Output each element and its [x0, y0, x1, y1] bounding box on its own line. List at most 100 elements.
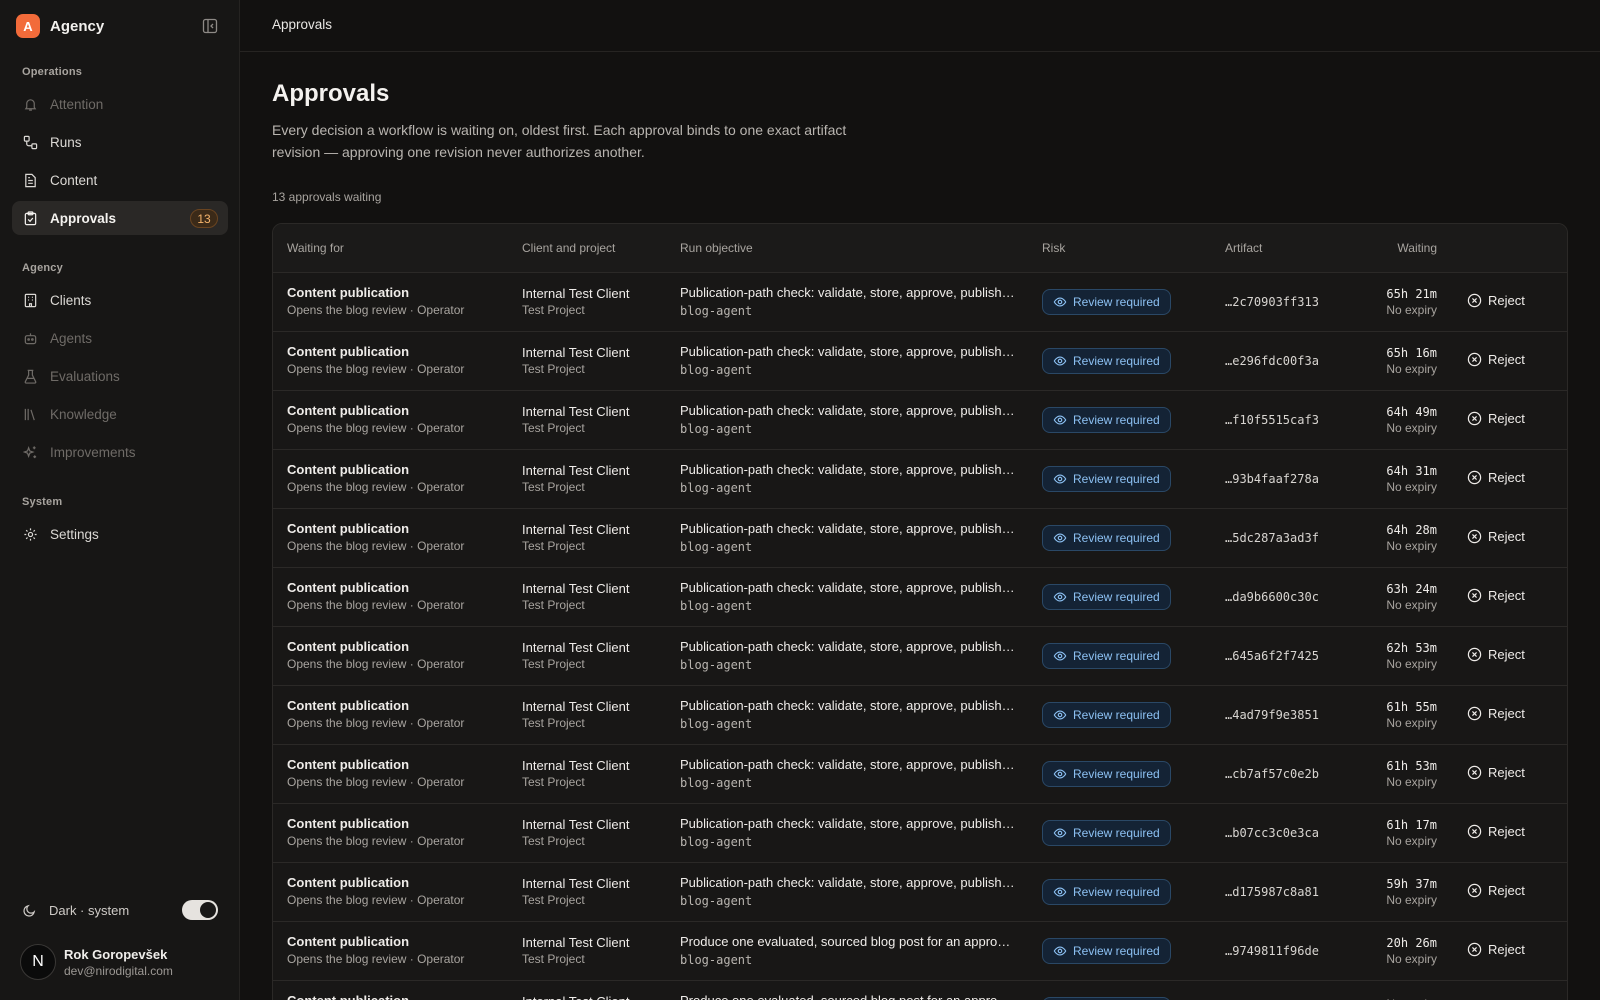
sidebar-item-runs[interactable]: Runs	[12, 125, 228, 159]
expiry-status: No expiry	[1386, 480, 1437, 494]
waiting-time: 65h 16m	[1386, 346, 1437, 360]
eye-icon	[1053, 885, 1067, 899]
waiting-time: 61h 55m	[1386, 700, 1437, 714]
reject-label: Reject	[1488, 293, 1525, 308]
brand-name: Agency	[50, 17, 105, 35]
table-row[interactable]: Content publication Opens the blog revie…	[273, 863, 1567, 922]
run-objective: Produce one evaluated, sourced blog post…	[680, 934, 1015, 949]
risk-label: Review required	[1073, 295, 1160, 309]
waiting-time: 20h 26m	[1386, 936, 1437, 950]
close-circle-icon	[1467, 883, 1482, 898]
reject-button[interactable]: Reject	[1467, 883, 1525, 898]
reject-button[interactable]: Reject	[1467, 942, 1525, 957]
sparkles-icon	[22, 444, 38, 460]
sidebar-item-clients[interactable]: Clients	[12, 283, 228, 317]
project-name: Test Project	[522, 539, 585, 553]
table-row[interactable]: Content publication Opens the blog revie…	[273, 391, 1567, 450]
waiting-time: 61h 53m	[1386, 759, 1437, 773]
waiting-time: 63h 24m	[1386, 582, 1437, 596]
moon-icon	[22, 903, 37, 918]
reject-button[interactable]: Reject	[1467, 647, 1525, 662]
run-objective: Publication-path check: validate, store,…	[680, 580, 1015, 595]
table-body: Content publication Opens the blog revie…	[273, 273, 1567, 1000]
table-row[interactable]: Content publication Opens the blog revie…	[273, 627, 1567, 686]
eye-icon	[1053, 531, 1067, 545]
table-row[interactable]: Content publication Opens the blog revie…	[273, 568, 1567, 627]
approvals-count-badge: 13	[190, 209, 218, 228]
risk-label: Review required	[1073, 885, 1160, 899]
waiting-for-subtitle: Opens the blog review · Operator	[287, 834, 465, 848]
table-row[interactable]: Content publication Opens the blog revie…	[273, 981, 1567, 1000]
library-icon	[22, 406, 38, 422]
artifact-id: …b07cc3c0e3ca	[1225, 826, 1319, 840]
reject-button[interactable]: Reject	[1467, 470, 1525, 485]
table-row[interactable]: Content publication Opens the blog revie…	[273, 922, 1567, 981]
agent-name: blog-agent	[680, 658, 753, 672]
theme-row: Dark · system	[22, 899, 218, 921]
reject-button[interactable]: Reject	[1467, 529, 1525, 544]
waiting-for-subtitle: Opens the blog review · Operator	[287, 716, 465, 730]
waiting-for-subtitle: Opens the blog review · Operator	[287, 952, 465, 966]
eye-icon	[1053, 708, 1067, 722]
table-row[interactable]: Content publication Opens the blog revie…	[273, 745, 1567, 804]
client-name: Internal Test Client	[522, 581, 630, 596]
table-row[interactable]: Content publication Opens the blog revie…	[273, 509, 1567, 568]
risk-badge: Review required	[1042, 348, 1171, 374]
run-objective: Publication-path check: validate, store,…	[680, 698, 1015, 713]
reject-button[interactable]: Reject	[1467, 411, 1525, 426]
building-icon	[22, 292, 38, 308]
column-header-objective: Run objective	[680, 241, 753, 255]
reject-button[interactable]: Reject	[1467, 293, 1525, 308]
sidebar-item-improvements[interactable]: Improvements	[12, 435, 228, 469]
reject-button[interactable]: Reject	[1467, 352, 1525, 367]
user-name: Rok Goropevšek	[64, 946, 168, 962]
sidebar-toggle-icon[interactable]	[201, 17, 219, 35]
reject-button[interactable]: Reject	[1467, 765, 1525, 780]
sidebar-item-knowledge[interactable]: Knowledge	[12, 397, 228, 431]
risk-label: Review required	[1073, 354, 1160, 368]
sidebar-item-label: Knowledge	[50, 406, 117, 422]
sidebar-item-settings[interactable]: Settings	[12, 517, 228, 551]
client-name: Internal Test Client	[522, 817, 630, 832]
risk-label: Review required	[1073, 590, 1160, 604]
sidebar-item-approvals[interactable]: Approvals 13	[12, 201, 228, 235]
table-row[interactable]: Content publication Opens the blog revie…	[273, 450, 1567, 509]
reject-button[interactable]: Reject	[1467, 588, 1525, 603]
reject-button[interactable]: Reject	[1467, 824, 1525, 839]
clipboard-check-icon	[22, 210, 38, 226]
waiting-for-title: Content publication	[287, 757, 410, 772]
sidebar-item-label: Agents	[50, 330, 93, 346]
project-name: Test Project	[522, 303, 585, 317]
project-name: Test Project	[522, 657, 585, 671]
waiting-for-subtitle: Opens the blog review · Operator	[287, 421, 465, 435]
sidebar-item-content[interactable]: Content	[12, 163, 228, 197]
risk-badge: Review required	[1042, 643, 1171, 669]
artifact-id: …da9b6600c30c	[1225, 590, 1319, 604]
user-profile[interactable]: N Rok Goropevšek dev@nirodigital.com	[20, 944, 173, 980]
table-row[interactable]: Content publication Opens the blog revie…	[273, 273, 1567, 332]
theme-label: Dark · system	[49, 902, 130, 918]
close-circle-icon	[1467, 352, 1482, 367]
bot-icon	[22, 330, 38, 346]
sidebar-item-agents[interactable]: Agents	[12, 321, 228, 355]
reject-button[interactable]: Reject	[1467, 706, 1525, 721]
table-row[interactable]: Content publication Opens the blog revie…	[273, 804, 1567, 863]
run-objective: Publication-path check: validate, store,…	[680, 816, 1015, 831]
sidebar-item-attention[interactable]: Attention	[12, 87, 228, 121]
column-header-waiting: Waiting	[1397, 241, 1437, 255]
table-row[interactable]: Content publication Opens the blog revie…	[273, 686, 1567, 745]
run-objective: Publication-path check: validate, store,…	[680, 403, 1015, 418]
expiry-status: No expiry	[1386, 775, 1437, 789]
client-name: Internal Test Client	[522, 640, 630, 655]
table-row[interactable]: Content publication Opens the blog revie…	[273, 332, 1567, 391]
eye-icon	[1053, 649, 1067, 663]
client-name: Internal Test Client	[522, 404, 630, 419]
risk-badge: Review required	[1042, 525, 1171, 551]
sidebar-item-evaluations[interactable]: Evaluations	[12, 359, 228, 393]
theme-toggle[interactable]	[182, 900, 218, 920]
waiting-for-title: Content publication	[287, 285, 410, 300]
brand[interactable]: A Agency	[16, 14, 104, 38]
column-header-waiting-for: Waiting for	[287, 241, 344, 255]
artifact-id: …f10f5515caf3	[1225, 413, 1319, 427]
run-objective: Produce one evaluated, sourced blog post…	[680, 993, 1015, 1000]
